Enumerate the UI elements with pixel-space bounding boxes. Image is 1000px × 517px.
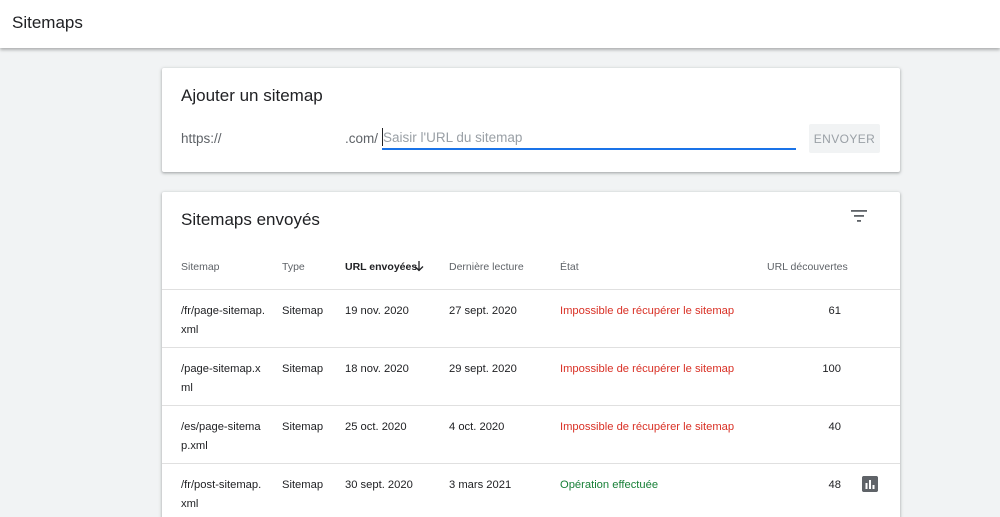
status-text: Opération effectuée <box>560 479 659 491</box>
bar-chart-icon[interactable] <box>862 476 878 492</box>
sent-sitemaps-card: Sitemaps envoyés Sitemap Type URL envoyé… <box>162 192 900 517</box>
discovered-count: 61 <box>828 305 841 317</box>
table-row[interactable]: /es/page-sitemap.xml Sitemap 25 oct. 202… <box>162 405 900 463</box>
sitemap-path: /fr/page-sitemap.xml <box>181 305 265 336</box>
sitemap-path: /es/page-sitemap.xml <box>181 421 261 452</box>
column-header-type[interactable]: Type <box>282 261 305 273</box>
sitemap-path: /page-sitemap.xml <box>181 363 261 394</box>
column-header-status[interactable]: État <box>560 261 579 273</box>
sitemap-type: Sitemap <box>282 421 324 433</box>
add-sitemap-card: Ajouter un sitemap https:// .com/ ENVOYE… <box>162 68 900 172</box>
sitemap-type: Sitemap <box>282 305 324 317</box>
sitemap-type: Sitemap <box>282 363 324 375</box>
url-prefix: https:// <box>181 131 222 146</box>
domain-suffix: .com/ <box>345 131 379 146</box>
sitemap-url-input[interactable] <box>382 126 796 150</box>
table-row[interactable]: /fr/post-sitemap.xml Sitemap 30 sept. 20… <box>162 463 900 517</box>
arrow-down-icon[interactable] <box>413 260 425 272</box>
discovered-count: 40 <box>828 421 841 433</box>
last-read-date: 27 sept. 2020 <box>449 305 517 317</box>
sitemap-type: Sitemap <box>282 479 324 491</box>
filter-icon[interactable] <box>850 208 870 224</box>
table-row[interactable]: /fr/page-sitemap.xml Sitemap 19 nov. 202… <box>162 289 900 347</box>
sent-date: 25 oct. 2020 <box>345 421 407 433</box>
column-header-sitemap[interactable]: Sitemap <box>181 261 220 273</box>
sent-date: 19 nov. 2020 <box>345 305 409 317</box>
column-header-discovered[interactable]: URL découvertes <box>767 261 848 273</box>
top-app-bar: Sitemaps <box>0 0 1000 48</box>
sent-date: 18 nov. 2020 <box>345 363 409 375</box>
text-cursor <box>382 128 383 146</box>
table-row[interactable]: /page-sitemap.xml Sitemap 18 nov. 2020 2… <box>162 347 900 405</box>
discovered-count: 48 <box>828 479 841 491</box>
last-read-date: 3 mars 2021 <box>449 479 512 491</box>
discovered-count: 100 <box>822 363 841 375</box>
page-title: Sitemaps <box>12 13 83 32</box>
sent-date: 30 sept. 2020 <box>345 479 413 491</box>
column-header-sent[interactable]: URL envoyées <box>345 261 417 273</box>
add-sitemap-title: Ajouter un sitemap <box>181 86 323 105</box>
column-header-last-read[interactable]: Dernière lecture <box>449 261 524 273</box>
status-text: Impossible de récupérer le sitemap <box>560 421 735 433</box>
sitemap-path: /fr/post-sitemap.xml <box>181 479 262 510</box>
submit-sitemap-button[interactable]: ENVOYER <box>809 124 880 153</box>
status-text: Impossible de récupérer le sitemap <box>560 305 735 317</box>
last-read-date: 29 sept. 2020 <box>449 363 517 375</box>
status-text: Impossible de récupérer le sitemap <box>560 363 735 375</box>
last-read-date: 4 oct. 2020 <box>449 421 505 433</box>
sent-sitemaps-title: Sitemaps envoyés <box>181 210 320 229</box>
